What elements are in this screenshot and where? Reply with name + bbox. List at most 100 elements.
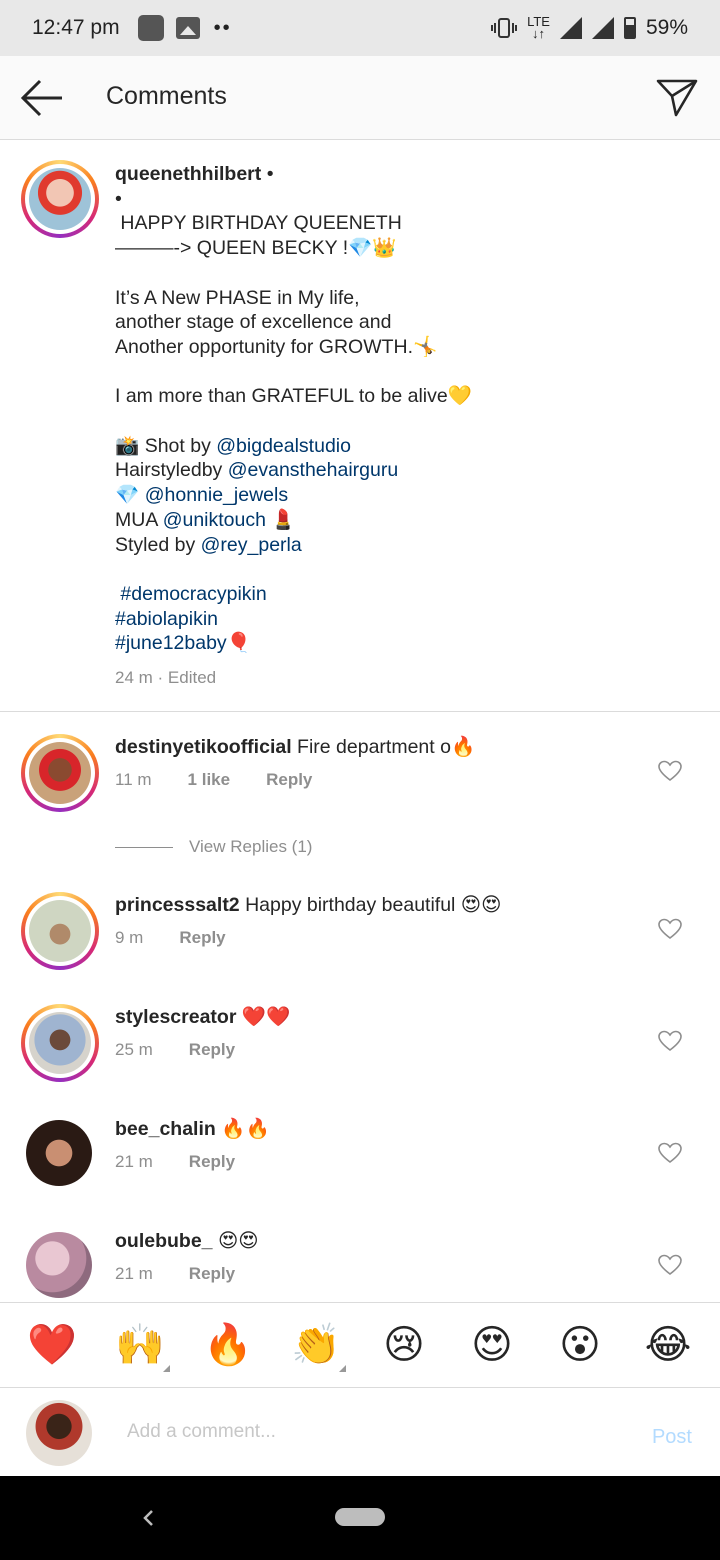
like-heart-icon[interactable] — [658, 1030, 682, 1052]
like-heart-icon[interactable] — [658, 760, 682, 782]
emoji-heart-eyes-button[interactable]: 😍 — [462, 1322, 522, 1368]
post-comment-button[interactable]: Post — [652, 1426, 692, 1449]
comment-time: 11 m — [115, 770, 152, 789]
status-bar: 12:47 pm •• LTE ↓↑ 59% — [0, 0, 720, 56]
comment-meta: 11 m 1 like Reply — [115, 770, 348, 790]
comment-time: 25 m — [115, 1040, 153, 1059]
comment-text: princesssalt2 Happy birthday beautiful 😍… — [115, 892, 501, 918]
credit-label: Styled by — [115, 533, 201, 556]
hashtag-link[interactable]: #democracypikin — [115, 583, 266, 605]
view-replies-link[interactable]: View Replies (1) — [115, 837, 312, 857]
comments-header: Comments — [0, 56, 720, 140]
comment-username[interactable]: oulebube_ — [115, 1230, 213, 1252]
comment-body: Happy birthday beautiful 😍😍 — [245, 894, 502, 916]
comment-row: stylescreator ❤️❤️ 25 m Reply — [0, 1004, 720, 1094]
credit-label: MUA — [115, 508, 163, 531]
gallery-notification-icon — [175, 17, 200, 39]
comment-username[interactable]: princesssalt2 — [115, 894, 240, 916]
comment-text: oulebube_ 😍😍 — [115, 1228, 259, 1254]
nav-home-pill[interactable] — [335, 1508, 385, 1526]
emoji-clap-button[interactable]: 👏 — [286, 1322, 346, 1372]
emoji-heart-button[interactable]: ❤️ — [22, 1322, 82, 1368]
page-title: Comments — [106, 82, 227, 110]
vibrate-icon — [491, 18, 518, 38]
post-username[interactable]: queenethhilbert — [115, 163, 261, 185]
commenter-avatar[interactable] — [21, 892, 99, 970]
battery-percent: 59% — [645, 16, 688, 39]
notification-app-icon — [137, 15, 164, 41]
mention-link[interactable]: @bigdealstudio — [216, 435, 351, 457]
comment-input[interactable]: Add a comment... — [127, 1421, 276, 1443]
mention-link[interactable]: @honnie_jewels — [145, 484, 288, 506]
comment-row: oulebube_ 😍😍 21 m Reply — [0, 1228, 720, 1302]
status-time: 12:47 pm — [32, 16, 120, 39]
reply-button[interactable]: Reply — [179, 928, 225, 948]
comment-username[interactable]: stylescreator — [115, 1006, 236, 1028]
hashtag-link[interactable]: #june12baby — [115, 632, 227, 654]
reply-button[interactable]: Reply — [189, 1264, 235, 1284]
credit-suffix: 💄 — [265, 508, 296, 531]
mention-link[interactable]: @uniktouch — [163, 509, 266, 531]
emoji-fire-button[interactable]: 🔥 — [198, 1322, 258, 1368]
comment-username[interactable]: bee_chalin — [115, 1118, 216, 1140]
signal-icon-2 — [591, 17, 614, 39]
like-heart-icon[interactable] — [658, 918, 682, 940]
comment-meta: 21 m Reply — [115, 1264, 271, 1284]
comment-row: princesssalt2 Happy birthday beautiful 😍… — [0, 892, 720, 982]
caption-credits: 📸 Shot by @bigdealstudio Hairstyledby @e… — [115, 435, 398, 556]
hashtag-link[interactable]: #abiolapikin — [115, 608, 218, 630]
network-type: LTE ↓↑ — [527, 14, 550, 41]
comment-body: ❤️❤️ — [241, 1006, 291, 1028]
comment-text: stylescreator ❤️❤️ — [115, 1004, 290, 1030]
comment-composer: Add a comment... Post — [0, 1388, 720, 1476]
skin-tone-indicator — [339, 1365, 346, 1372]
share-direct-icon[interactable] — [656, 76, 698, 118]
caption-line: Another opportunity for GROWTH.🤸 — [115, 335, 438, 358]
mention-link[interactable]: @evansthehairguru — [228, 459, 398, 481]
emoji-quick-bar: ❤️ 🙌 🔥 👏 😢 😍 😮 😂 — [0, 1302, 720, 1388]
comment-time: 9 m — [115, 928, 144, 947]
more-notifications-icon: •• — [213, 16, 232, 39]
credit-label: 📸 Shot by — [115, 434, 217, 457]
caption-line: another stage of excellence and — [115, 311, 392, 334]
post-author-avatar[interactable] — [21, 160, 99, 238]
reply-button[interactable]: Reply — [189, 1040, 235, 1060]
caption-line: It’s A New PHASE in My life, — [115, 286, 360, 309]
comment-text: bee_chalin 🔥🔥 — [115, 1116, 270, 1142]
back-arrow-icon[interactable] — [20, 78, 64, 118]
commenter-avatar[interactable] — [21, 734, 99, 812]
comment-likes[interactable]: 1 like — [188, 770, 231, 790]
comment-time: 21 m — [115, 1152, 153, 1171]
emoji-laughing-button[interactable]: 😂 — [638, 1322, 698, 1368]
like-heart-icon[interactable] — [658, 1142, 682, 1164]
comment-meta: 21 m Reply — [115, 1152, 271, 1172]
skin-tone-indicator — [163, 1365, 170, 1372]
commenter-avatar[interactable] — [26, 1232, 92, 1298]
commenter-avatar[interactable] — [26, 1120, 92, 1186]
commenter-avatar[interactable] — [21, 1004, 99, 1082]
comment-text: destinyetikoofficial Fire department o🔥 — [115, 734, 475, 760]
mention-link[interactable]: @rey_perla — [201, 534, 302, 556]
caption-text: queenethhilbert • • HAPPY BIRTHDAY QUEEN… — [115, 163, 472, 655]
caption-hashtags: #democracypikin #abiolapikin #june12baby… — [115, 583, 267, 654]
comment-time: 21 m — [115, 1264, 153, 1283]
like-heart-icon[interactable] — [658, 1254, 682, 1276]
emoji-surprised-button[interactable]: 😮 — [550, 1322, 610, 1368]
emoji-crying-button[interactable]: 😢 — [374, 1322, 434, 1368]
battery-icon — [623, 17, 636, 39]
caption-line: I am more than GRATEFUL to be alive💛 — [115, 385, 472, 408]
nav-back-icon[interactable] — [138, 1502, 158, 1534]
comment-username[interactable]: destinyetikoofficial — [115, 736, 292, 758]
comment-body: Fire department o🔥 — [297, 736, 476, 758]
reply-button[interactable]: Reply — [189, 1152, 235, 1172]
credit-label: 💎 — [115, 484, 145, 507]
replies-line — [115, 846, 173, 848]
hashtag-suffix: 🎈 — [226, 632, 251, 655]
signal-icon-1 — [559, 17, 582, 39]
emoji-raised-hands-button[interactable]: 🙌 — [110, 1322, 170, 1372]
reply-button[interactable]: Reply — [266, 770, 312, 790]
comment-body: 🔥🔥 — [221, 1118, 270, 1140]
caption-line: ———-> QUEEN BECKY !💎👑 — [115, 237, 397, 260]
caption-line: HAPPY BIRTHDAY QUEENETH — [115, 212, 402, 235]
comment-row: bee_chalin 🔥🔥 21 m Reply — [0, 1116, 720, 1206]
